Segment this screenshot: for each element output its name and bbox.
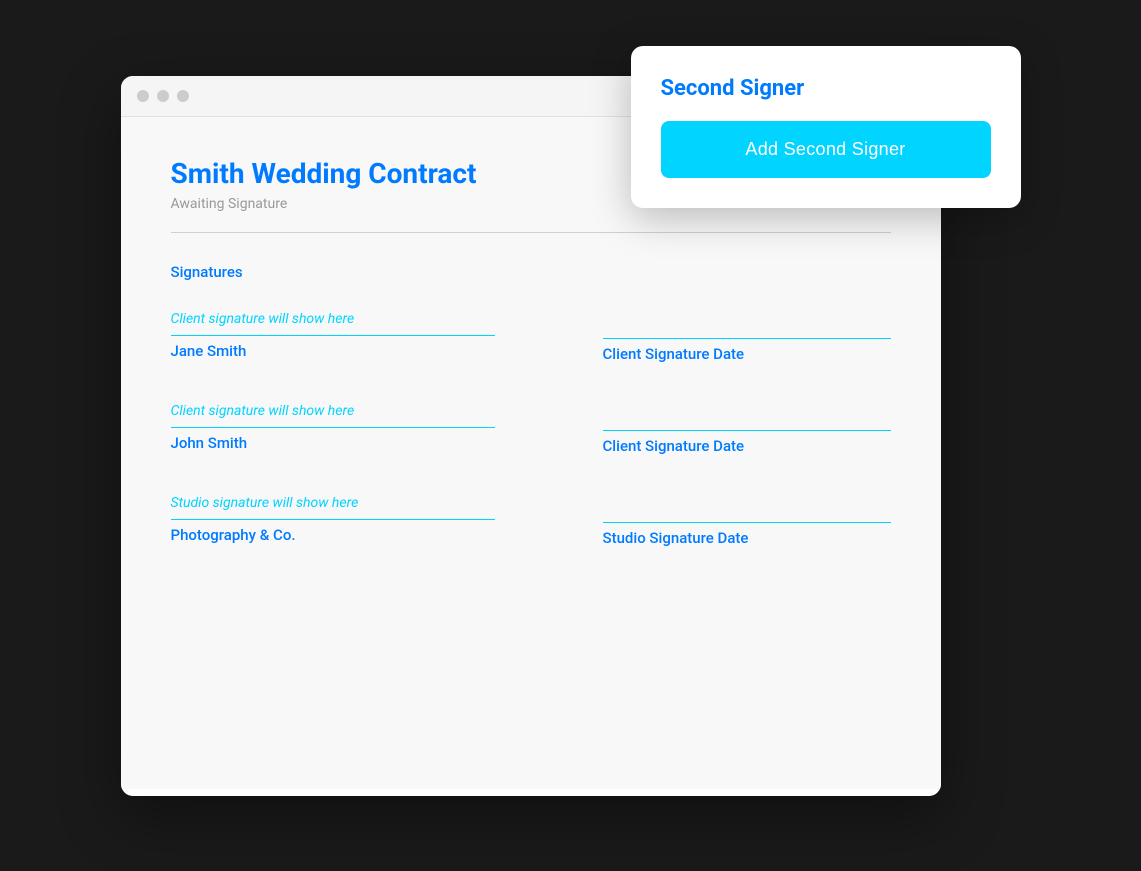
client-sig-block-2: Client signature will show here John Smi… (171, 403, 495, 455)
signature-row-1: Client signature will show here Jane Smi… (171, 311, 891, 363)
client-date-block-1: Client Signature Date (603, 311, 891, 363)
client-date-label-2: Client Signature Date (603, 437, 891, 455)
studio-date-block: Studio Signature Date (603, 495, 891, 547)
client-date-line-1 (603, 311, 891, 339)
second-signer-popup: Second Signer Add Second Signer (631, 46, 1021, 208)
client-date-label-1: Client Signature Date (603, 345, 891, 363)
client-sig-placeholder-2: Client signature will show here (171, 403, 495, 428)
client-name-2: John Smith (171, 434, 495, 452)
section-divider (171, 232, 891, 233)
studio-date-label: Studio Signature Date (603, 529, 891, 547)
client-sig-block-1: Client signature will show here Jane Smi… (171, 311, 495, 363)
client-date-block-2: Client Signature Date (603, 403, 891, 455)
studio-date-line (603, 495, 891, 523)
studio-sig-block: Studio signature will show here Photogra… (171, 495, 495, 547)
studio-signature-row: Studio signature will show here Photogra… (171, 495, 891, 547)
studio-name: Photography & Co. (171, 526, 495, 544)
client-sig-placeholder-1: Client signature will show here (171, 311, 495, 336)
browser-content: Smith Wedding Contract Awaiting Signatur… (121, 117, 941, 789)
add-second-signer-button[interactable]: Add Second Signer (661, 121, 991, 178)
studio-sig-placeholder: Studio signature will show here (171, 495, 495, 520)
signatures-label: Signatures (171, 263, 891, 281)
popup-title: Second Signer (661, 76, 991, 101)
studio-section: Studio signature will show here Photogra… (171, 495, 891, 547)
window-dot-3 (177, 90, 189, 102)
scene: Smith Wedding Contract Awaiting Signatur… (121, 46, 1021, 826)
window-dot-1 (137, 90, 149, 102)
window-dot-2 (157, 90, 169, 102)
client-date-line-2 (603, 403, 891, 431)
client-name-1: Jane Smith (171, 342, 495, 360)
signature-row-2: Client signature will show here John Smi… (171, 403, 891, 455)
